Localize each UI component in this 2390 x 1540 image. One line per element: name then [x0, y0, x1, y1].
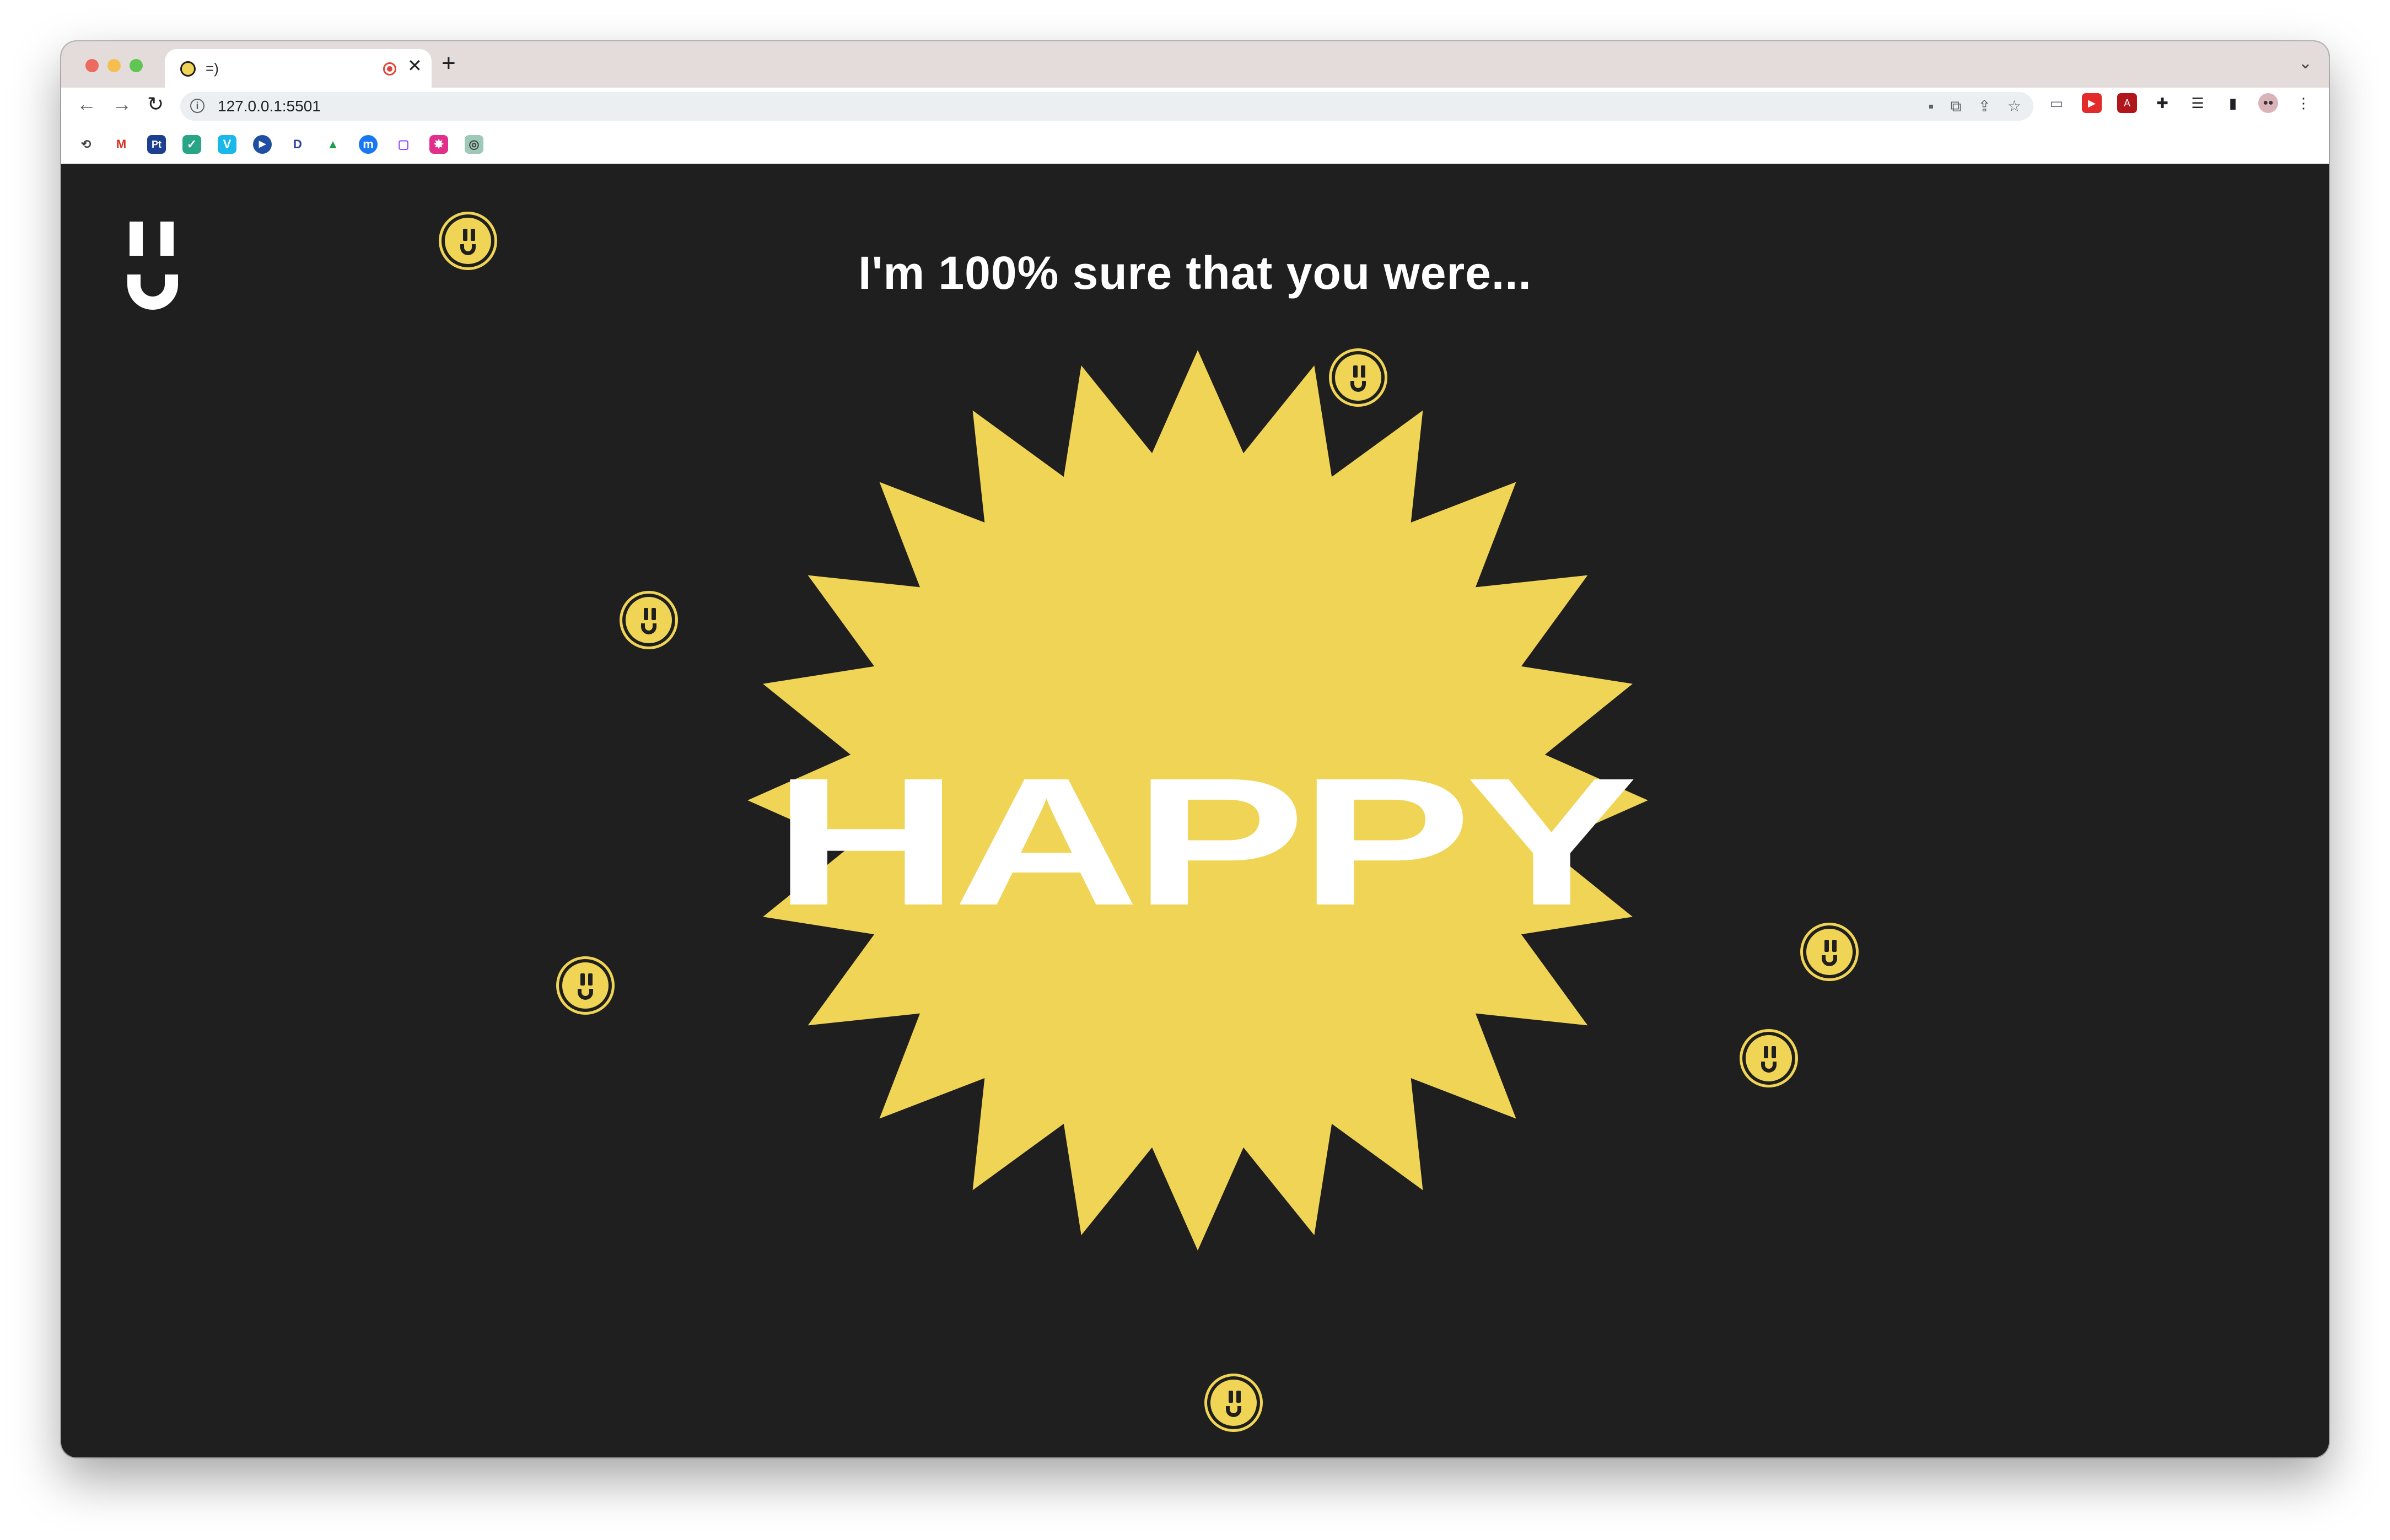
smiley-icon[interactable] [1207, 1376, 1260, 1429]
reload-button[interactable]: ↻ [147, 94, 164, 114]
smiley-icon[interactable] [442, 214, 494, 267]
zoom-window-button[interactable] [130, 59, 143, 72]
youtube-icon[interactable]: ▶ [2082, 93, 2102, 113]
pixelmator-icon[interactable]: Pt [147, 135, 166, 154]
tab-search-chevron-icon[interactable]: ⌄ [2299, 53, 2312, 73]
camera-icon[interactable]: ▪ [1928, 96, 1934, 116]
site-info-icon[interactable]: i [190, 99, 204, 113]
extensions-area: ▭ ▶ A ✚ ☰ ▮ ●● ⋮ [2047, 93, 2313, 113]
tab-close-icon[interactable]: ✕ [407, 57, 422, 74]
browser-window: =) ✕ + ⌄ ← → ↻ i 127.0.0.1:5501 ▪ ⧉ ⇪ ☆ … [61, 41, 2329, 1457]
smiley-icon[interactable] [622, 594, 675, 647]
drive-icon[interactable]: ▲ [324, 135, 342, 154]
play-icon[interactable]: ▶ [253, 135, 272, 154]
gmail-icon[interactable]: M [112, 135, 131, 154]
smiley-icon[interactable] [1742, 1032, 1795, 1085]
url-text[interactable]: 127.0.0.1:5501 [218, 98, 321, 115]
tab-strip: =) ✕ + ⌄ [61, 41, 2329, 88]
bookmarks-bar: ⟲ M Pt ✓ V ▶ D ▲ m ▢ ✸ ◎ [61, 125, 2329, 164]
close-window-button[interactable] [85, 59, 99, 72]
extensions-puzzle-icon[interactable]: ✚ [2152, 93, 2172, 113]
tab-active[interactable]: =) ✕ [165, 49, 432, 88]
tab-title: =) [206, 60, 219, 77]
smiley-icon[interactable] [559, 959, 612, 1012]
mood-word: HAPPY [773, 740, 1638, 943]
messenger-icon[interactable]: m [359, 135, 378, 154]
new-tab-button[interactable]: + [442, 51, 456, 76]
smiley-icon[interactable] [1803, 925, 1856, 978]
address-bar[interactable]: i 127.0.0.1:5501 ▪ ⧉ ⇪ ☆ [180, 92, 2033, 121]
smiley-favicon-icon [180, 61, 196, 77]
back-button[interactable]: ← [77, 94, 96, 114]
recording-indicator-icon [383, 62, 396, 76]
disney-icon[interactable]: D [288, 135, 307, 154]
more-menu-icon[interactable]: ⋮ [2294, 93, 2313, 113]
profile-avatar[interactable]: ●● [2258, 93, 2278, 113]
chatgpt-icon[interactable]: ◎ [465, 135, 483, 154]
smiley-icon[interactable] [1332, 351, 1385, 404]
vimeo-icon[interactable]: V [218, 135, 236, 154]
cast-icon[interactable]: ▭ [2047, 93, 2066, 113]
reading-list-icon[interactable]: ☰ [2188, 93, 2208, 113]
omnibox-actions: ▪ ⧉ ⇪ ☆ [1928, 96, 2021, 116]
history-icon[interactable]: ⟲ [77, 135, 95, 154]
page-content: I'm 100% sure that you were... HAPPY [61, 164, 2329, 1457]
twitch-icon[interactable]: ▢ [394, 135, 413, 154]
translate-icon[interactable]: ⧉ [1950, 96, 1961, 116]
checkmark-icon[interactable]: ✓ [182, 135, 201, 154]
forward-button[interactable]: → [112, 94, 132, 114]
bookmark-star-icon[interactable]: ☆ [2007, 96, 2021, 116]
pdf-icon[interactable]: A [2117, 93, 2137, 113]
share-icon[interactable]: ⇪ [1978, 96, 1990, 116]
side-panel-icon[interactable]: ▮ [2223, 93, 2243, 113]
minimize-window-button[interactable] [107, 59, 121, 72]
color-icon[interactable]: ✸ [429, 135, 448, 154]
page-headline: I'm 100% sure that you were... [858, 247, 1532, 299]
toolbar: ← → ↻ i 127.0.0.1:5501 ▪ ⧉ ⇪ ☆ ▭ ▶ A ✚ ☰… [61, 88, 2329, 125]
